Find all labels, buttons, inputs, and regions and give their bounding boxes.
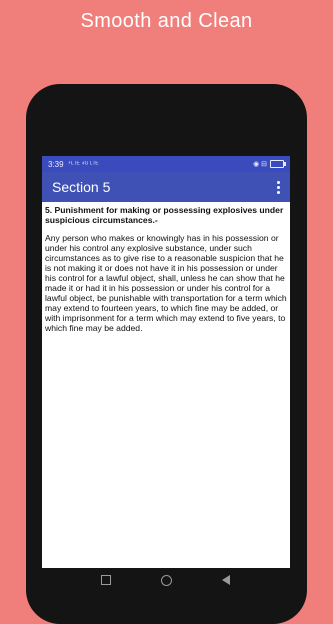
section-body: Any person who makes or knowingly has in…: [45, 233, 287, 333]
home-button[interactable]: [136, 574, 196, 586]
back-icon: [222, 575, 230, 585]
section-content: 5. Punishment for making or possessing e…: [42, 202, 290, 333]
battery-icon: [270, 160, 286, 168]
home-icon: [160, 574, 172, 586]
navigation-bar: [42, 568, 290, 592]
page-title: Section 5: [52, 179, 111, 195]
status-indicator-icons: ◉ ⊟: [253, 161, 267, 168]
app-bar: Section 5: [42, 172, 290, 202]
section-heading: 5. Punishment for making or possessing e…: [45, 205, 284, 225]
status-bar: 3:39 ⁺ᴸᵀᴱ ⁴ᴳ ᴸᵀᴱ ◉ ⊟: [42, 156, 290, 172]
promo-headline: Smooth and Clean: [80, 10, 253, 32]
recent-apps-button[interactable]: [76, 575, 136, 585]
back-button[interactable]: [196, 575, 256, 585]
status-time: 3:39: [48, 159, 64, 169]
signal-icons: ⁺ᴸᵀᴱ ⁴ᴳ ᴸᵀᴱ: [67, 161, 99, 168]
more-vert-icon[interactable]: [272, 179, 284, 195]
status-right-icons: ◉ ⊟: [253, 160, 286, 168]
recent-apps-icon: [101, 575, 111, 585]
app-screen: 3:39 ⁺ᴸᵀᴱ ⁴ᴳ ᴸᵀᴱ ◉ ⊟ Section 5 5. Punish…: [42, 156, 290, 568]
